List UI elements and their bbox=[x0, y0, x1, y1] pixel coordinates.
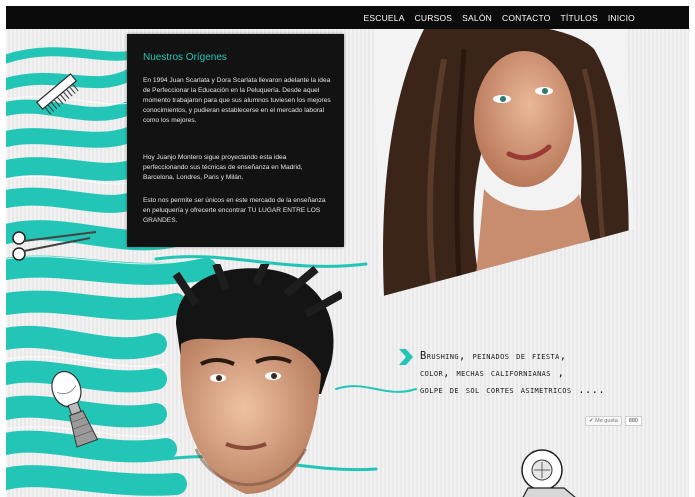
like-button[interactable]: ✔ Me gusta bbox=[585, 416, 622, 426]
like-widget: ✔ Me gusta 880 bbox=[585, 416, 642, 426]
woman-photo bbox=[374, 29, 634, 297]
page: ESCUELA CURSOS SALÓN CONTACTO TÍTULOS IN… bbox=[6, 6, 689, 497]
nav-contacto[interactable]: CONTACTO bbox=[502, 13, 551, 23]
about-paragraph-3: Esto nos permite ser únicos en este merc… bbox=[143, 197, 326, 224]
tagline-line-3: golpe de sol cortes asimetricos .... bbox=[420, 384, 606, 396]
scissors-icon bbox=[12, 231, 97, 261]
nav-escuela[interactable]: ESCUELA bbox=[364, 13, 405, 23]
main-nav: ESCUELA CURSOS SALÓN CONTACTO TÍTULOS IN… bbox=[364, 6, 636, 29]
tagline-line-2: color, mechas californianas , bbox=[420, 367, 565, 379]
about-title: Nuestros Orígenes bbox=[143, 52, 227, 63]
hair-dryer-icon bbox=[521, 449, 576, 497]
about-box: Nuestros Orígenes En 1994 Juan Scarlata … bbox=[127, 34, 344, 247]
comb-icon bbox=[35, 73, 79, 115]
nav-cursos[interactable]: CURSOS bbox=[415, 13, 453, 23]
nav-salon[interactable]: SALÓN bbox=[462, 13, 492, 23]
like-count: 880 bbox=[624, 416, 642, 426]
top-navigation-bar: ESCUELA CURSOS SALÓN CONTACTO TÍTULOS IN… bbox=[6, 6, 689, 29]
about-paragraph-2: Hoy Juanjo Montero sigue proyectando est… bbox=[143, 154, 303, 181]
tagline-line-1: Brushing, peinados de fiesta, bbox=[420, 350, 567, 362]
chevron-right-icon bbox=[399, 349, 413, 365]
shaving-brush-icon bbox=[51, 370, 99, 448]
about-paragraph-1: En 1994 Juan Scarlata y Dora Scarlata ll… bbox=[143, 77, 331, 124]
nav-titulos[interactable]: TÍTULOS bbox=[561, 13, 598, 23]
man-photo bbox=[172, 264, 342, 494]
nav-inicio[interactable]: INICIO bbox=[608, 13, 635, 23]
services-tagline: Brushing, peinados de fiesta, color, mec… bbox=[420, 348, 665, 399]
